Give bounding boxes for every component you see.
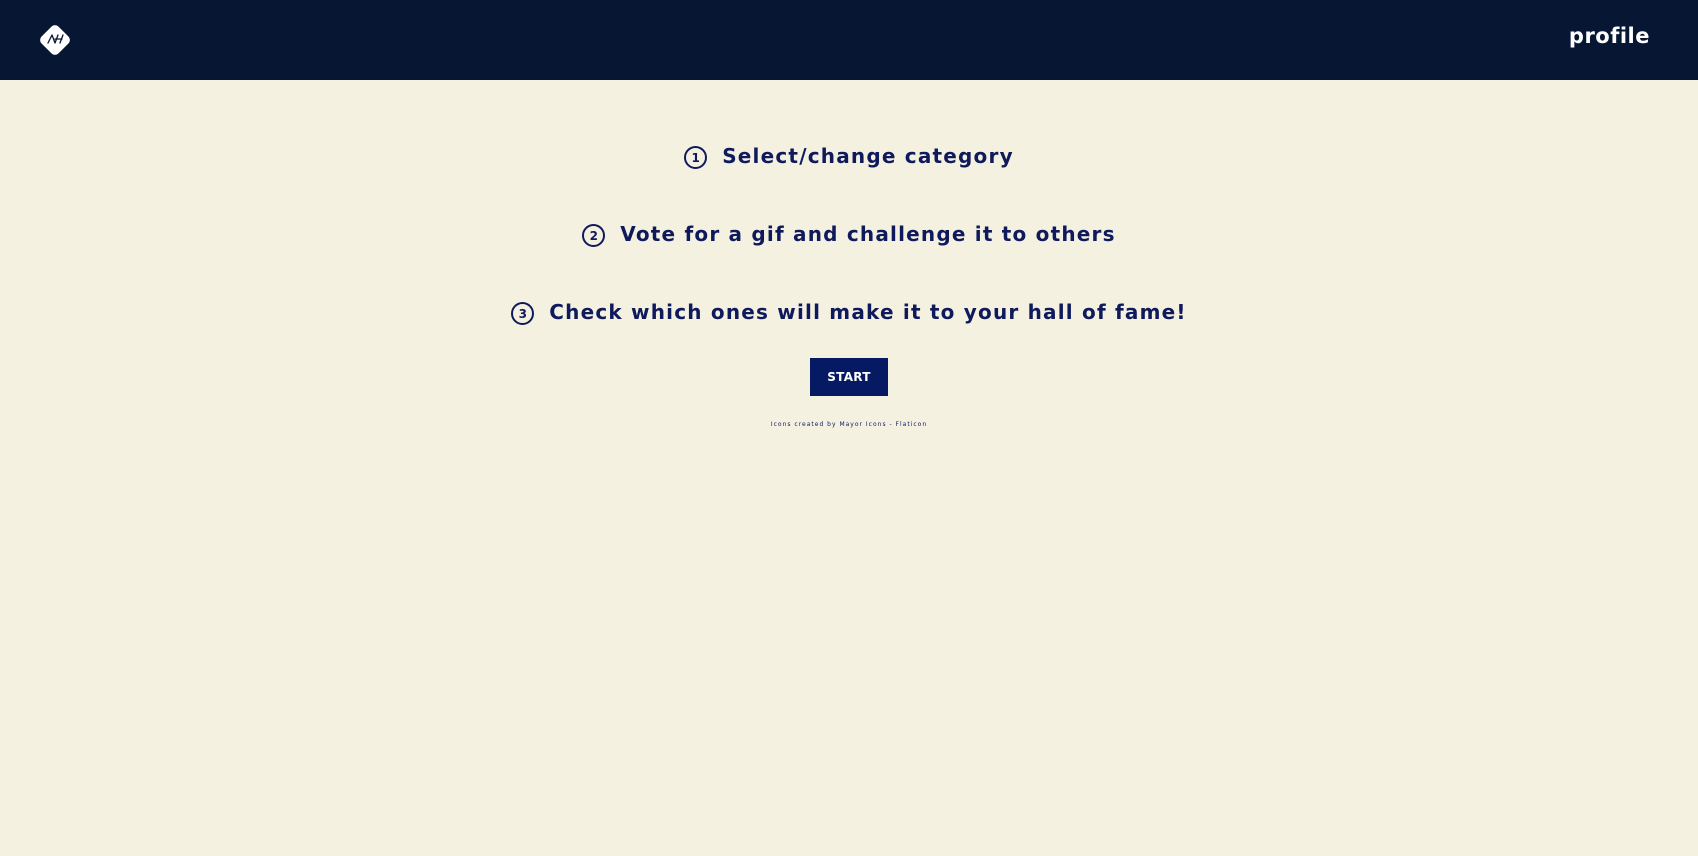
- step-number-badge: 2: [582, 224, 606, 247]
- main-content: 1 Select/change category 2 Vote for a gi…: [0, 80, 1698, 856]
- profile-link[interactable]: profile: [1569, 24, 1650, 48]
- step-text: Vote for a gif and challenge it to other…: [620, 221, 1116, 246]
- navbar: profile: [0, 0, 1698, 80]
- step-number-badge: 1: [684, 146, 708, 169]
- step-text: Check which ones will make it to your ha…: [549, 299, 1187, 324]
- gif-logo-icon[interactable]: [36, 21, 74, 59]
- step-1: 1 Select/change category: [0, 142, 1698, 169]
- step-2: 2 Vote for a gif and challenge it to oth…: [0, 220, 1698, 247]
- start-button[interactable]: START: [810, 358, 888, 396]
- step-number-badge: 3: [511, 302, 535, 325]
- step-text: Select/change category: [722, 143, 1014, 168]
- icon-credit-link[interactable]: Icons created by Mayor Icons - Flaticon: [0, 421, 1698, 428]
- step-3: 3 Check which ones will make it to your …: [0, 298, 1698, 325]
